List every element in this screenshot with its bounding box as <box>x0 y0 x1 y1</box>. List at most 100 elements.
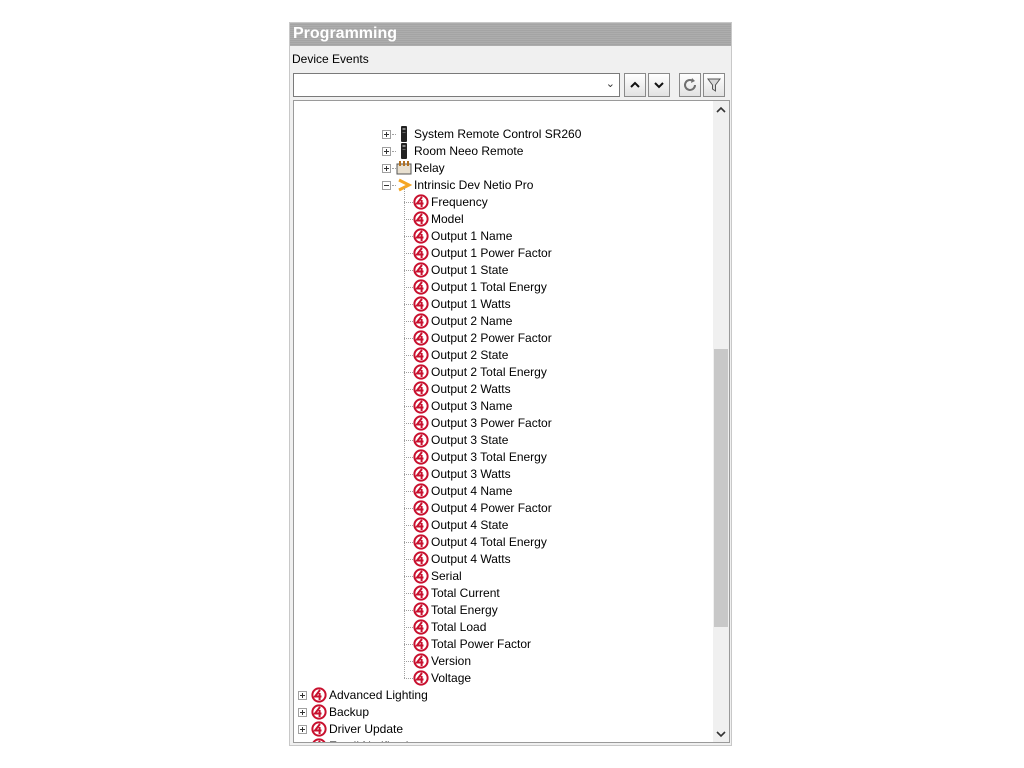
tree-event-item[interactable]: Output 2 Total Energy <box>294 364 711 381</box>
expand-icon[interactable] <box>298 742 307 743</box>
scroll-thumb[interactable] <box>714 349 728 627</box>
tree-item-label: Total Current <box>431 586 500 600</box>
tree-event-item[interactable]: Output 1 Watts <box>294 296 711 313</box>
tree-device-item[interactable]: Room Neeo Remote <box>294 143 711 160</box>
device-events-combo[interactable]: ⌄ <box>293 73 620 97</box>
panel-title: Programming <box>293 25 398 42</box>
event-icon <box>413 262 429 278</box>
tree-item-label: Output 2 Power Factor <box>431 331 552 345</box>
tree-event-item[interactable]: Output 1 Total Energy <box>294 279 711 296</box>
programming-panel: Programming Device Events ⌄ System Remot… <box>289 22 732 746</box>
tree-agent-item[interactable]: Advanced Lighting <box>294 687 711 704</box>
tree-item-label: Output 2 Total Energy <box>431 365 547 379</box>
tree-agent-item[interactable]: Email Notification <box>294 738 711 743</box>
tree-agent-item[interactable]: Backup <box>294 704 711 721</box>
event-icon <box>413 585 429 601</box>
expand-icon[interactable] <box>382 130 391 139</box>
tree-item-label: Output 4 State <box>431 518 509 532</box>
move-down-button[interactable] <box>648 73 670 97</box>
event-icon <box>413 211 429 227</box>
tree-event-item[interactable]: Output 1 State <box>294 262 711 279</box>
expand-icon[interactable] <box>298 691 307 700</box>
tree-connector <box>404 287 413 288</box>
event-icon <box>413 347 429 363</box>
tree-item-label: Output 1 Watts <box>431 297 511 311</box>
tree-item-label: System Remote Control SR260 <box>414 127 582 141</box>
tree-connector <box>404 389 413 390</box>
expand-icon[interactable] <box>298 708 307 717</box>
tree-device-item[interactable]: Relay <box>294 160 711 177</box>
tree-item-label: Driver Update <box>329 722 404 736</box>
tree-agent-item[interactable]: Driver Update <box>294 721 711 738</box>
tree-connector <box>404 372 413 373</box>
tree-device-item[interactable]: Intrinsic Dev Netio Pro <box>294 177 711 194</box>
tree-event-item[interactable]: Output 4 State <box>294 517 711 534</box>
tree-event-item[interactable]: Frequency <box>294 194 711 211</box>
move-up-button[interactable] <box>624 73 646 97</box>
tree-event-item[interactable]: Output 4 Name <box>294 483 711 500</box>
tree-event-item[interactable]: Output 1 Power Factor <box>294 245 711 262</box>
event-icon <box>413 228 429 244</box>
event-icon <box>413 330 429 346</box>
tree-item-label: Output 4 Total Energy <box>431 535 547 549</box>
tree-event-item[interactable]: Total Energy <box>294 602 711 619</box>
tree-item-label: Email Notification <box>329 739 422 742</box>
tree-event-item[interactable]: Output 3 Watts <box>294 466 711 483</box>
tree-connector <box>404 627 413 628</box>
tree-event-item[interactable]: Output 2 Name <box>294 313 711 330</box>
tree-item-label: Serial <box>431 569 462 583</box>
tree-connector <box>404 253 413 254</box>
tree-event-item[interactable]: Output 4 Total Energy <box>294 534 711 551</box>
filter-button[interactable] <box>703 73 725 97</box>
event-icon <box>413 381 429 397</box>
refresh-button[interactable] <box>679 73 701 97</box>
tree-event-item[interactable]: Total Power Factor <box>294 636 711 653</box>
tree-event-item[interactable]: Output 3 Name <box>294 398 711 415</box>
event-icon <box>413 653 429 669</box>
tree-connector <box>392 134 396 135</box>
tree-event-item[interactable]: Serial <box>294 568 711 585</box>
tree-item-label: Total Load <box>431 620 487 634</box>
tree-item-label: Output 3 Power Factor <box>431 416 552 430</box>
expand-icon[interactable] <box>382 164 391 173</box>
chevron-down-icon[interactable]: ⌄ <box>606 77 615 90</box>
tree-item-label: Output 2 Name <box>431 314 513 328</box>
tree-event-item[interactable]: Output 4 Watts <box>294 551 711 568</box>
tree-event-item[interactable]: Output 3 Total Energy <box>294 449 711 466</box>
refresh-icon <box>684 78 696 91</box>
event-icon <box>413 636 429 652</box>
scroll-up-button[interactable] <box>713 101 729 118</box>
collapse-icon[interactable] <box>382 181 391 190</box>
tree-event-item[interactable]: Output 3 State <box>294 432 711 449</box>
event-icon <box>413 619 429 635</box>
tree-event-item[interactable]: Version <box>294 653 711 670</box>
tree-connector <box>404 559 413 560</box>
event-icon <box>413 296 429 312</box>
event-icon <box>413 449 429 465</box>
vertical-scrollbar[interactable] <box>713 101 729 742</box>
tree-device-item[interactable]: System Remote Control SR260 <box>294 126 711 143</box>
tree-event-item[interactable]: Output 3 Power Factor <box>294 415 711 432</box>
tree-event-item[interactable]: Total Current <box>294 585 711 602</box>
title-bar: Programming <box>290 23 731 46</box>
remote-icon <box>401 126 407 142</box>
tree-connector <box>404 321 413 322</box>
tree-event-item[interactable]: Output 2 State <box>294 347 711 364</box>
tree-event-item[interactable]: Output 2 Watts <box>294 381 711 398</box>
tree-connector <box>404 440 413 441</box>
tree-item-label: Output 4 Name <box>431 484 513 498</box>
tree-item-label: Voltage <box>431 671 472 685</box>
relay-icon <box>396 161 412 175</box>
tree-event-item[interactable]: Voltage <box>294 670 711 687</box>
tree-connector <box>404 678 413 679</box>
tree-event-item[interactable]: Output 4 Power Factor <box>294 500 711 517</box>
tree-event-item[interactable]: Output 1 Name <box>294 228 711 245</box>
tree-event-item[interactable]: Output 2 Power Factor <box>294 330 711 347</box>
chevron-up-icon <box>716 106 726 113</box>
tree-event-item[interactable]: Total Load <box>294 619 711 636</box>
scroll-down-button[interactable] <box>713 725 729 742</box>
expand-icon[interactable] <box>382 147 391 156</box>
event-tree[interactable]: System Remote Control SR260 Room Neeo Rem… <box>293 100 730 743</box>
tree-event-item[interactable]: Model <box>294 211 711 228</box>
expand-icon[interactable] <box>298 725 307 734</box>
